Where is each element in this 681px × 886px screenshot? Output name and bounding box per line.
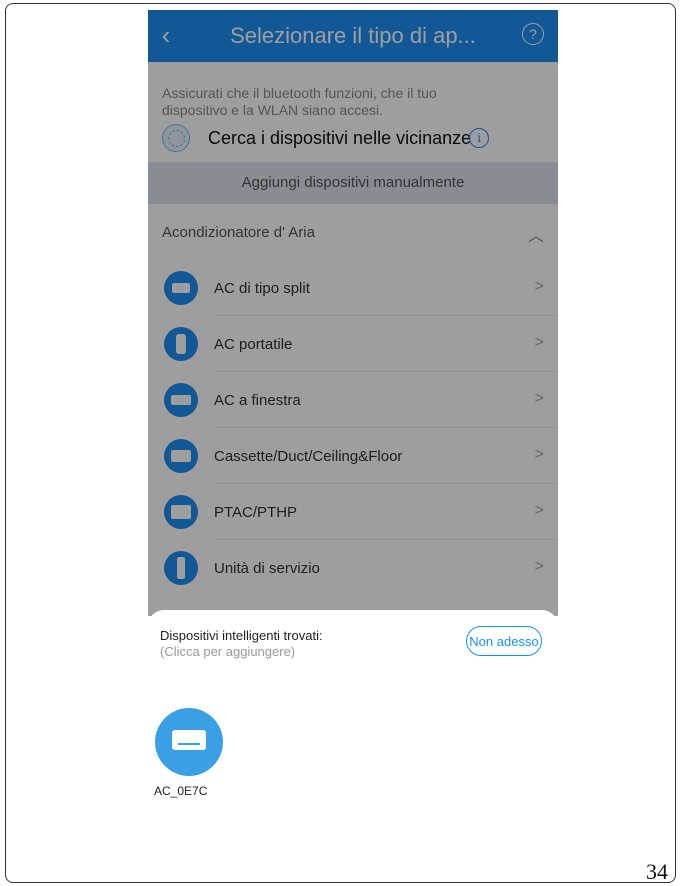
phone-screen: ‹ Selezionare il tipo di ap... ? Assicur… <box>148 10 558 860</box>
page-frame: ‹ Selezionare il tipo di ap... ? Assicur… <box>5 3 676 884</box>
sheet-title: Dispositivi intelligenti trovati: <box>160 628 323 643</box>
found-devices-sheet: Dispositivi intelligenti trovati: (Clicc… <box>148 610 558 860</box>
sheet-subtitle: (Clicca per aggiungere) <box>160 644 296 659</box>
air-conditioner-icon[interactable] <box>155 708 223 776</box>
device-name: AC_0E7C <box>154 784 208 798</box>
modal-overlay[interactable] <box>148 10 558 616</box>
air-conditioner-unit-shape <box>172 730 206 750</box>
page-number: 34 <box>646 859 668 884</box>
not-now-button[interactable]: Non adesso <box>466 626 542 656</box>
found-device[interactable]: AC_0E7C <box>154 708 224 798</box>
